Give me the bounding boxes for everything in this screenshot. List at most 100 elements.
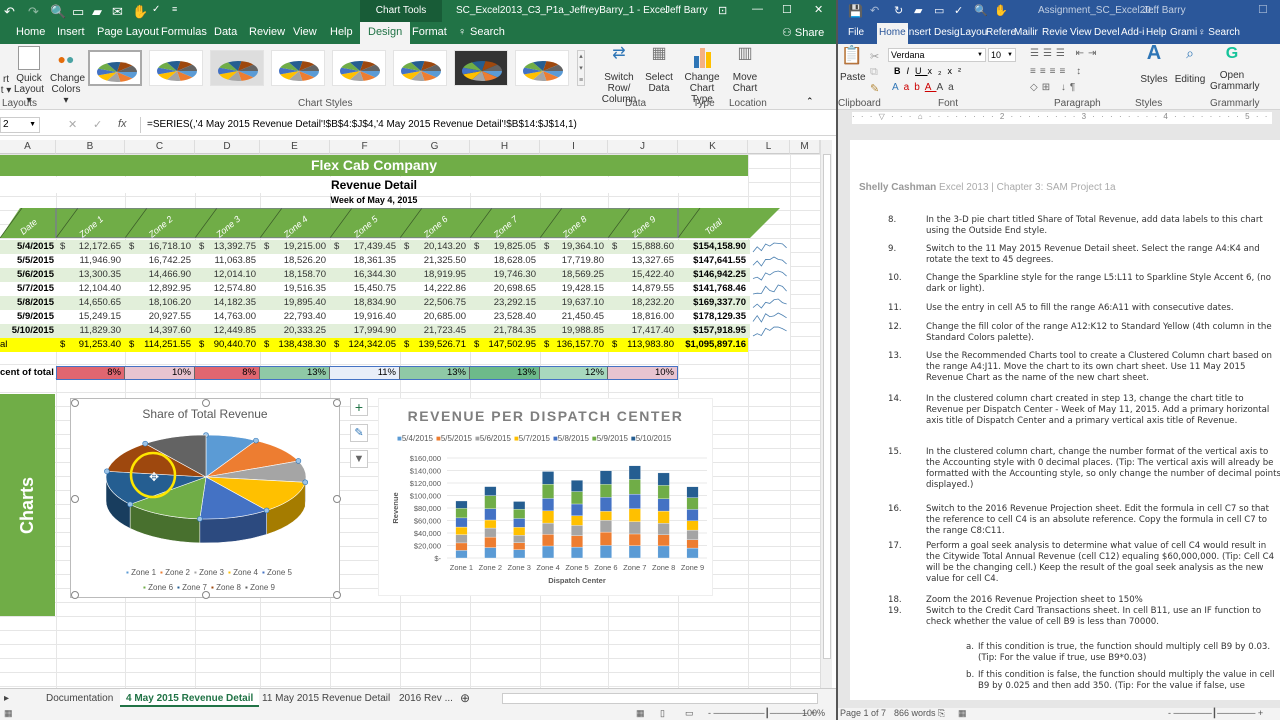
date-cell[interactable]: 5/8/2015 xyxy=(0,296,54,310)
copy-icon[interactable]: ⧉ xyxy=(870,66,878,79)
value-cell[interactable]: 18,361.35 xyxy=(330,254,400,268)
bar-segment[interactable] xyxy=(628,545,641,559)
pie-legend-entry[interactable]: ▪ Zone 9 xyxy=(245,583,275,592)
value-cell[interactable]: 21,325.50 xyxy=(400,254,470,268)
total-cell[interactable]: $169,337.70 xyxy=(678,296,748,310)
date-cell[interactable]: 5/4/2015 xyxy=(0,240,54,254)
email-icon[interactable]: ✉ xyxy=(112,4,123,20)
bar-segment[interactable] xyxy=(599,497,612,512)
spelling-icon[interactable]: ✓ xyxy=(152,4,160,15)
bar-segment[interactable] xyxy=(455,550,468,559)
value-cell[interactable]: 19,516.35 xyxy=(260,282,330,296)
bar-segment[interactable] xyxy=(628,508,641,522)
value-cell[interactable]: 17,994.90 xyxy=(330,324,400,338)
total-value-cell[interactable]: 91,253.40 $ xyxy=(56,338,125,352)
touch-mode-icon[interactable]: ✋ xyxy=(994,4,1008,17)
value-cell[interactable]: 19,988.85 xyxy=(540,324,608,338)
collapse-ribbon-icon[interactable]: ⌃ xyxy=(806,96,814,107)
change-colors-button[interactable]: ●● Change Colors ▾ xyxy=(50,46,85,106)
word-tab-mailings[interactable]: Mailir xyxy=(1014,27,1038,38)
column-header-g[interactable]: G xyxy=(400,140,470,154)
value-cell[interactable]: 18,834.90 xyxy=(330,296,400,310)
tab-home[interactable]: Home xyxy=(16,26,45,38)
grand-total-cell[interactable]: $1,095,897.16 xyxy=(678,338,748,352)
sheet-nav-icon[interactable]: ▸ xyxy=(4,693,9,704)
font-color-buttons[interactable]: AabAAa xyxy=(892,82,959,93)
value-cell[interactable]: 14,650.65 xyxy=(56,296,125,310)
vertical-scroll-thumb[interactable] xyxy=(823,154,831,659)
chart-style-thumbnail[interactable] xyxy=(271,50,325,86)
bar-segment[interactable] xyxy=(686,539,699,549)
font-size-select[interactable]: 10 ▼ xyxy=(988,48,1016,62)
pie-legend-entry[interactable]: ▪ Zone 5 xyxy=(262,568,292,577)
bar-segment[interactable] xyxy=(628,493,641,509)
print-preview-icon[interactable]: 🔍 xyxy=(50,4,66,20)
redo-icon[interactable]: ↷ xyxy=(28,4,39,20)
add-sheet-button[interactable]: ⊕ xyxy=(460,691,470,705)
total-value-cell[interactable]: 113,983.80 $ xyxy=(608,338,678,352)
new-file-icon[interactable]: ▭ xyxy=(934,4,944,17)
value-cell[interactable]: 13,327.65 xyxy=(608,254,678,268)
word-tab-layout[interactable]: Layou xyxy=(960,27,987,38)
bar-segment[interactable] xyxy=(571,515,583,526)
bar-segment[interactable] xyxy=(542,534,555,547)
chart-resize-handle[interactable] xyxy=(71,495,79,503)
value-cell[interactable]: 12,574.80 xyxy=(195,282,260,296)
value-cell[interactable]: 12,449.85 xyxy=(195,324,260,338)
chart-style-thumbnail[interactable] xyxy=(88,50,142,86)
cut-icon[interactable]: ✂ xyxy=(870,50,879,63)
sheet-tab-2016[interactable]: 2016 Rev ... xyxy=(399,693,453,704)
open-folder-icon[interactable]: ▰ xyxy=(914,4,922,17)
bar-segment[interactable] xyxy=(513,549,526,559)
chart-resize-handle[interactable] xyxy=(71,591,79,599)
total-cell[interactable]: $157,918.95 xyxy=(678,324,748,338)
date-cell[interactable]: 5/5/2015 xyxy=(0,254,54,268)
chart-style-thumbnail[interactable] xyxy=(393,50,447,86)
bar-segment[interactable] xyxy=(484,519,497,529)
tab-page-layout[interactable]: Page Layout xyxy=(97,26,159,38)
value-cell[interactable]: 13,392.75 $ xyxy=(195,240,260,254)
value-cell[interactable]: 18,816.00 xyxy=(608,310,678,324)
selection-handle[interactable] xyxy=(295,458,302,464)
bar-segment[interactable] xyxy=(686,497,699,510)
tab-data[interactable]: Data xyxy=(214,26,237,38)
value-cell[interactable]: 16,344.30 xyxy=(330,268,400,282)
bar-segment[interactable] xyxy=(455,517,468,528)
minimize-button[interactable]: — xyxy=(752,3,763,15)
ruler[interactable]: · · · ▽ · · · ⌂ · · · · · · · · 2 · · · … xyxy=(838,112,1280,124)
date-cell[interactable]: 5/10/2015 xyxy=(0,324,54,338)
value-cell[interactable]: 17,439.45 $ xyxy=(330,240,400,254)
value-cell[interactable]: 19,825.05 $ xyxy=(470,240,540,254)
value-cell[interactable]: 14,879.55 xyxy=(608,282,678,296)
bar-segment[interactable] xyxy=(571,491,583,505)
selection-handle[interactable] xyxy=(104,468,110,475)
shading-buttons[interactable]: ◇⊞ ↓¶ xyxy=(1030,82,1079,93)
list-buttons[interactable]: ☰☰☰ ⇤⇥ xyxy=(1030,48,1100,59)
chart-resize-handle[interactable] xyxy=(333,399,341,407)
bar-segment[interactable] xyxy=(513,518,526,528)
column-header-e[interactable]: E xyxy=(260,140,330,154)
value-cell[interactable]: 23,292.15 xyxy=(470,296,540,310)
value-cell[interactable]: 17,719.80 xyxy=(540,254,608,268)
word-tab-addins[interactable]: Add-i xyxy=(1121,27,1144,38)
value-cell[interactable]: 18,628.05 xyxy=(470,254,540,268)
value-cell[interactable]: 18,526.20 xyxy=(260,254,330,268)
column-plot[interactable]: $- $20,000 $40,000 $60,000 $80,000 $100,000 $1… xyxy=(379,399,714,597)
normal-view-icon[interactable]: ▦ xyxy=(636,708,645,719)
total-value-cell[interactable]: 138,438.30 $ xyxy=(260,338,330,352)
selection-handle[interactable] xyxy=(302,479,309,486)
bar-segment[interactable] xyxy=(484,495,497,509)
word-maximize-button[interactable]: ☐ xyxy=(1258,3,1268,16)
column-header-m[interactable]: M xyxy=(790,140,820,154)
bar-segment[interactable] xyxy=(628,465,641,480)
bar-segment[interactable] xyxy=(686,529,699,540)
insert-function-icon[interactable]: fx xyxy=(118,118,127,130)
total-value-cell[interactable]: 136,157.70 $ xyxy=(540,338,608,352)
open-folder-icon[interactable]: ▰ xyxy=(92,4,102,20)
undo-icon[interactable]: ↶ xyxy=(4,4,15,20)
tab-design[interactable]: Design xyxy=(360,22,411,44)
tab-formulas[interactable]: Formulas xyxy=(161,26,207,38)
total-cell[interactable]: $147,641.55 xyxy=(678,254,748,268)
total-cell[interactable]: $146,942.25 xyxy=(678,268,748,282)
value-cell[interactable]: 18,106.20 xyxy=(125,296,195,310)
